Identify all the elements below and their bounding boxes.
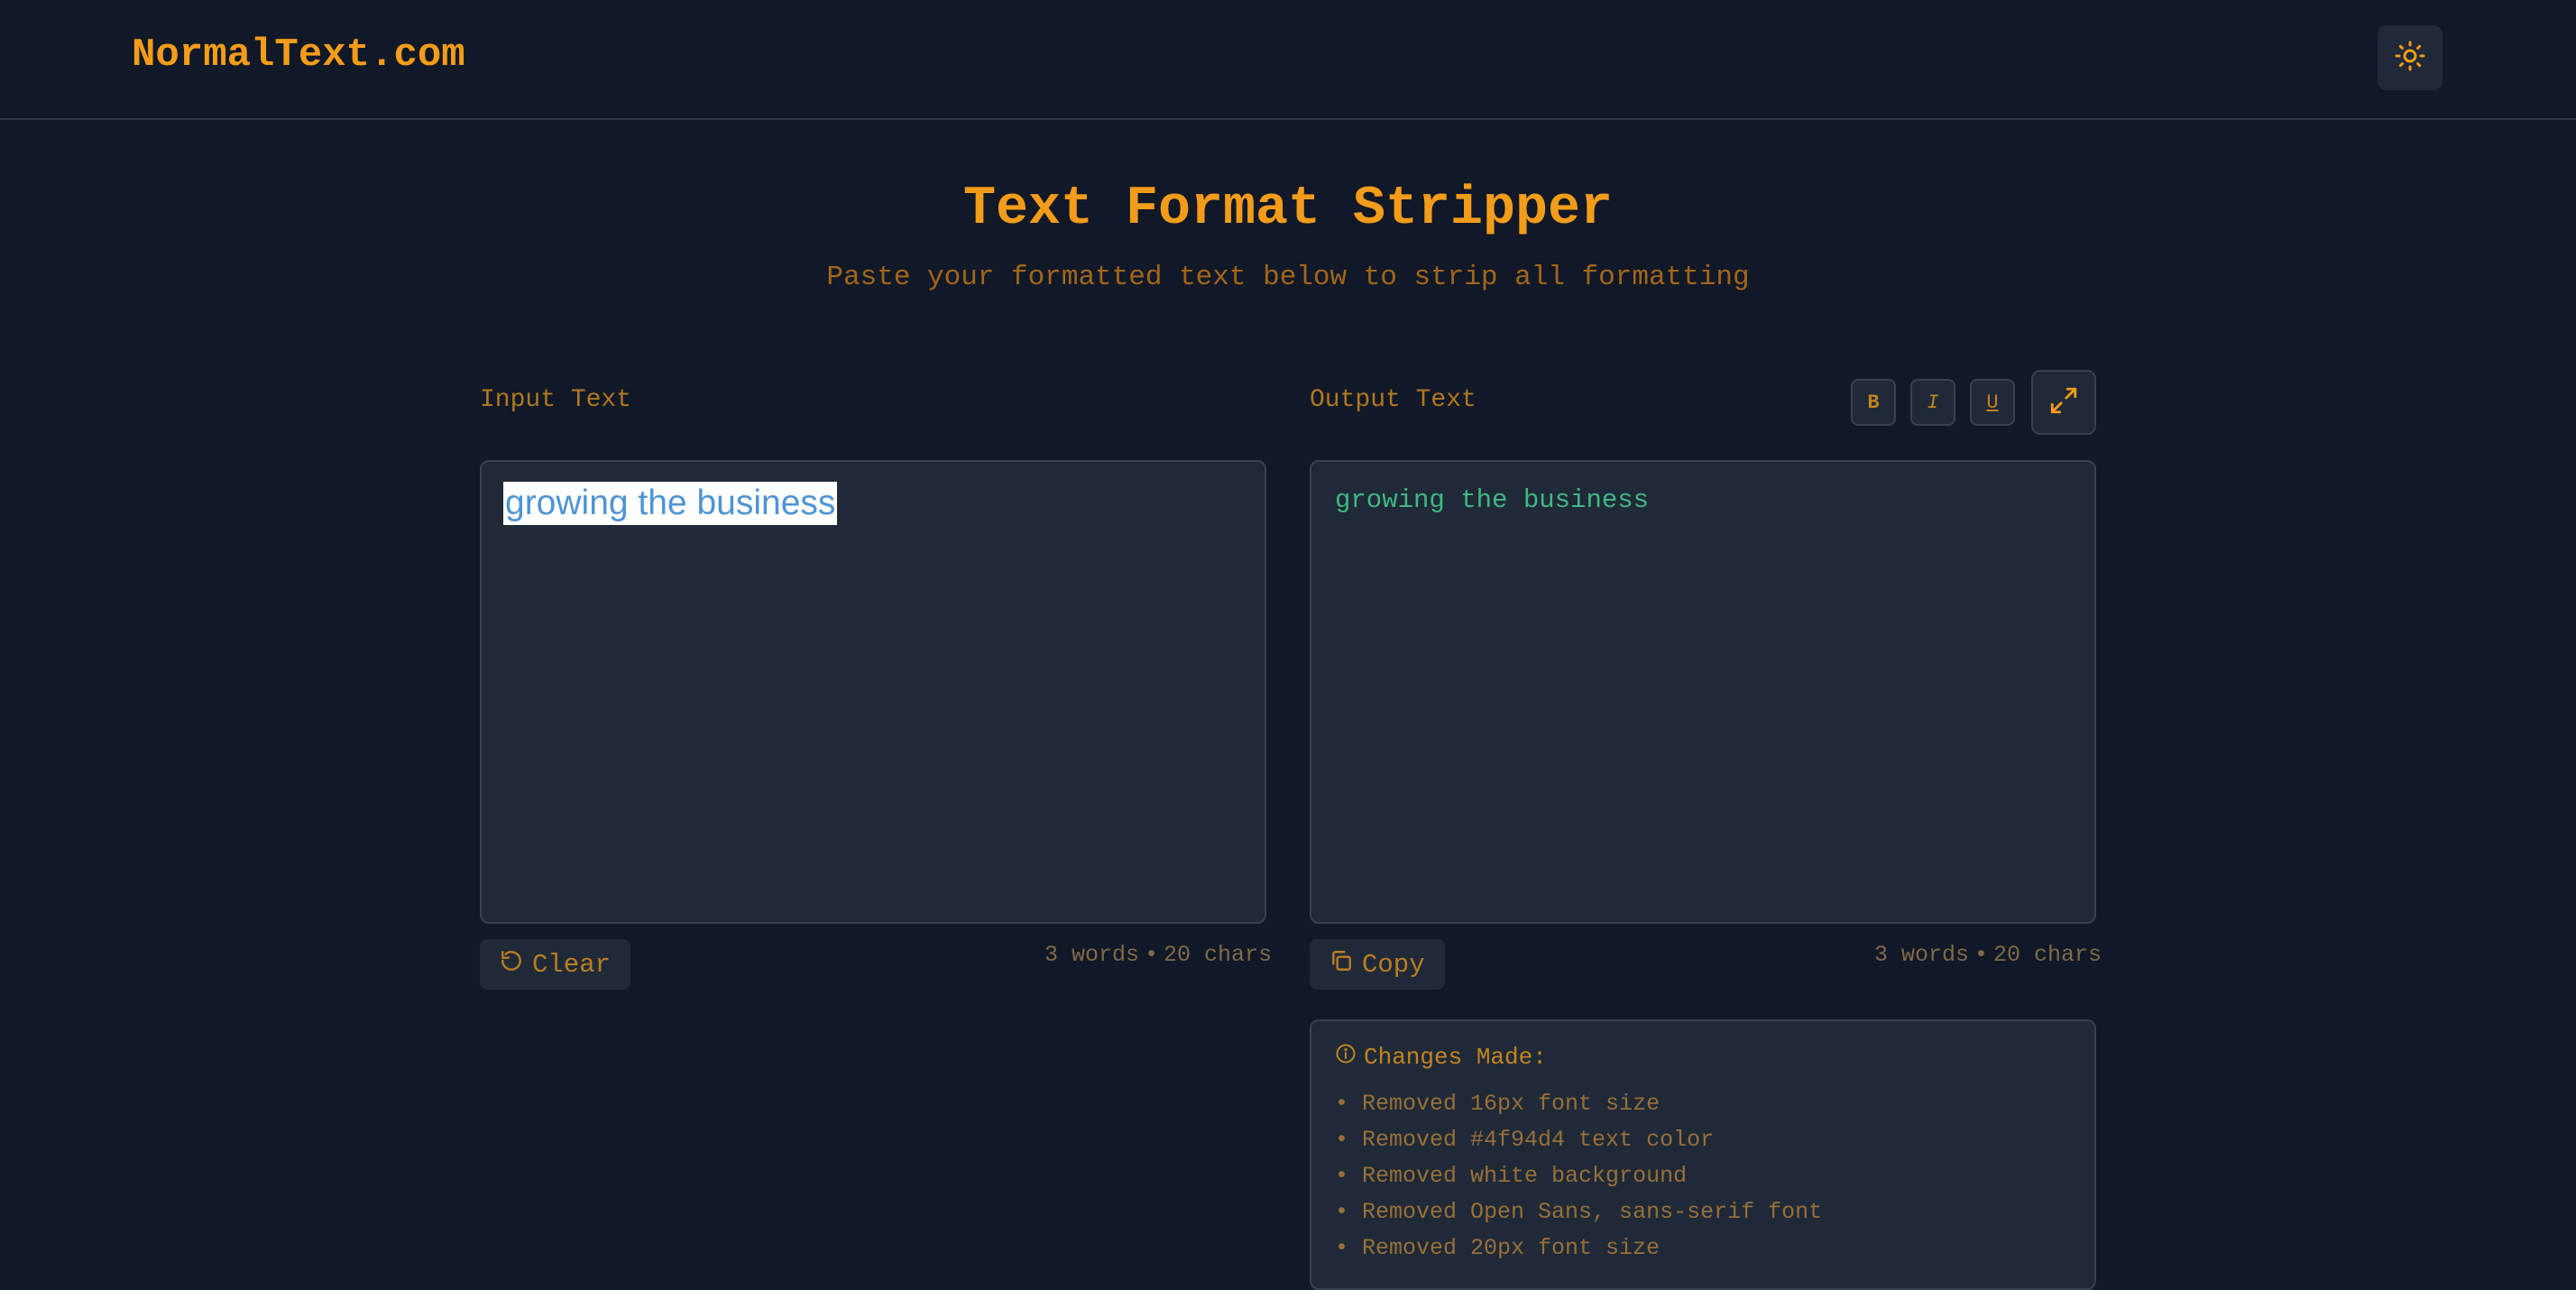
change-item: Removed 20px font size <box>1335 1230 1822 1267</box>
changes-list: Removed 16px font size Removed #4f94d4 t… <box>1335 1086 1822 1267</box>
reset-icon <box>500 949 523 981</box>
copy-label: Copy <box>1362 949 1425 980</box>
info-icon <box>1335 1043 1357 1072</box>
top-nav-bar: NormalText.com <box>0 0 2576 120</box>
output-word-count: 3 words <box>1874 942 1970 968</box>
output-textarea[interactable]: growing the business <box>1310 460 2096 924</box>
copy-button[interactable]: Copy <box>1310 939 1445 990</box>
copy-icon <box>1329 949 1353 981</box>
change-item: Removed white background <box>1335 1158 1822 1194</box>
input-word-count: 3 words <box>1044 942 1140 968</box>
changes-header: Changes Made: <box>1335 1043 1547 1072</box>
site-logo[interactable]: NormalText.com <box>132 32 465 78</box>
output-text-content: growing the business <box>1335 485 1650 515</box>
output-label: Output Text <box>1310 386 1477 414</box>
change-item: Removed Open Sans, sans-serif font <box>1335 1194 1822 1230</box>
page-title: Text Format Stripper <box>962 179 1614 240</box>
sun-icon <box>2394 40 2426 77</box>
changes-title: Changes Made: <box>1364 1044 1547 1071</box>
expand-button[interactable] <box>2031 370 2096 435</box>
change-item: Removed 16px font size <box>1335 1086 1822 1122</box>
output-char-count: 20 chars <box>1993 942 2102 968</box>
italic-toggle-button[interactable]: I <box>1910 379 1955 426</box>
input-label: Input Text <box>480 386 632 414</box>
underline-toggle-button[interactable]: U <box>1970 379 2015 426</box>
change-item: Removed #4f94d4 text color <box>1335 1122 1822 1158</box>
input-textarea[interactable]: growing the business <box>480 460 1266 924</box>
bold-toggle-button[interactable]: B <box>1851 379 1896 426</box>
changes-panel: Changes Made: Removed 16px font size Rem… <box>1310 1019 2096 1290</box>
input-text-content[interactable]: growing the business <box>503 482 838 525</box>
expand-icon <box>2048 385 2079 420</box>
input-stats: 3 words • 20 chars <box>1044 942 1273 968</box>
input-char-count: 20 chars <box>1164 942 1273 968</box>
clear-label: Clear <box>532 949 612 980</box>
output-stats: 3 words • 20 chars <box>1874 942 2102 968</box>
page-subtitle: Paste your formatted text below to strip… <box>826 262 1750 293</box>
theme-toggle-button[interactable] <box>2378 25 2443 90</box>
clear-button[interactable]: Clear <box>480 939 631 990</box>
